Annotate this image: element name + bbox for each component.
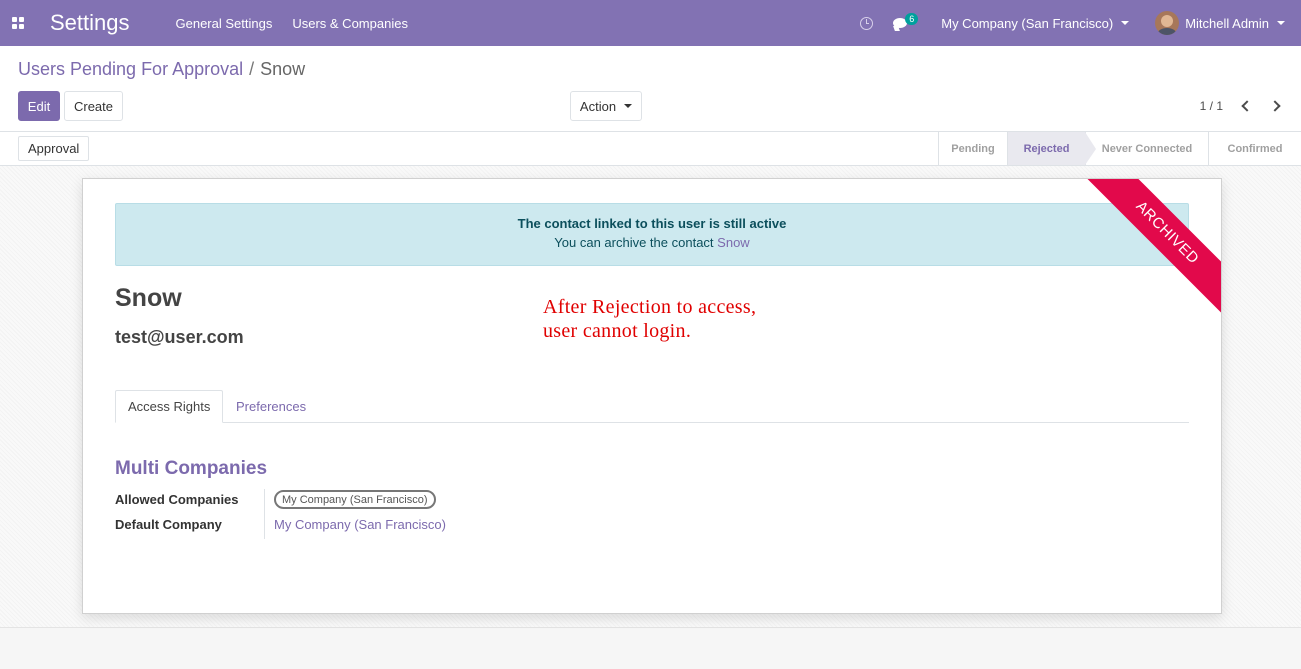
default-company-link[interactable]: My Company (San Francisco)	[274, 517, 446, 532]
alert-contact-active: The contact linked to this user is still…	[115, 203, 1189, 266]
breadcrumb-separator: /	[249, 59, 255, 79]
chevron-right-icon[interactable]	[1269, 100, 1281, 112]
stage-never-connected[interactable]: Never Connected	[1085, 132, 1208, 165]
company-switcher[interactable]: My Company (San Francisco)	[941, 15, 1130, 31]
caret-down-icon	[1121, 21, 1130, 25]
chevron-left-icon[interactable]	[1241, 100, 1253, 112]
pager: 1 / 1	[1200, 99, 1281, 113]
form-sheet: The contact linked to this user is still…	[82, 178, 1222, 614]
default-company-label: Default Company	[115, 517, 222, 532]
breadcrumb-parent-link[interactable]: Users Pending For Approval	[18, 59, 243, 79]
stage-confirmed[interactable]: Confirmed	[1208, 132, 1301, 165]
menu-general-settings[interactable]: General Settings	[176, 16, 273, 31]
app-title[interactable]: Settings	[50, 10, 130, 36]
annotation-line-2: user cannot login.	[543, 320, 692, 342]
avatar	[1155, 11, 1180, 35]
section-title: Multi Companies	[115, 458, 268, 479]
company-switcher-label: My Company (San Francisco)	[941, 15, 1114, 31]
status-stages: Pending Rejected Never Connected Confirm…	[938, 132, 1301, 165]
alert-contact-link[interactable]: Snow	[717, 235, 750, 250]
top-navbar: Settings General Settings Users & Compan…	[0, 0, 1301, 46]
approval-button[interactable]: Approval	[18, 136, 90, 161]
form-tabs: Access Rights Preferences	[115, 390, 1189, 423]
caret-down-icon	[1277, 21, 1285, 25]
messaging-button[interactable]: 6	[893, 13, 919, 33]
alert-title: The contact linked to this user is still…	[517, 216, 787, 231]
alert-text-line: You can archive the contact Snow	[116, 235, 1188, 250]
annotation-line-1: After Rejection to access,	[543, 296, 757, 318]
edit-button[interactable]: Edit	[18, 91, 60, 121]
alert-text: You can archive the contact	[554, 235, 714, 250]
allowed-company-tag[interactable]: My Company (San Francisco)	[274, 490, 436, 509]
user-name-label: Mitchell Admin	[1185, 15, 1269, 31]
chat-counter-badge: 6	[905, 13, 919, 25]
action-dropdown[interactable]: Action	[570, 91, 642, 121]
breadcrumb-current: Snow	[260, 59, 306, 79]
caret-down-icon	[624, 104, 633, 108]
user-menu[interactable]: Mitchell Admin	[1155, 11, 1285, 35]
bottom-strip	[0, 627, 1301, 669]
pager-value[interactable]: 1 / 1	[1200, 99, 1223, 113]
control-panel: Users Pending For Approval / Snow Edit Cre…	[0, 46, 1301, 132]
stage-pending[interactable]: Pending	[938, 132, 1007, 165]
stage-rejected[interactable]: Rejected	[1007, 132, 1096, 165]
menu-users-companies[interactable]: Users & Companies	[292, 16, 408, 31]
apps-menu-icon[interactable]	[0, 0, 36, 46]
tab-preferences[interactable]: Preferences	[224, 390, 318, 423]
user-name: Snow	[115, 284, 182, 312]
field-divider	[264, 489, 265, 539]
user-email: test@user.com	[115, 327, 244, 347]
action-label: Action	[579, 98, 617, 114]
activity-clock-icon[interactable]	[860, 16, 874, 30]
status-bar: Approval Pending Rejected Never Connecte…	[0, 132, 1301, 166]
tab-access-rights[interactable]: Access Rights	[115, 390, 224, 423]
create-button[interactable]: Create	[64, 91, 123, 121]
breadcrumb: Users Pending For Approval / Snow	[18, 59, 305, 80]
allowed-companies-label: Allowed Companies	[115, 492, 239, 507]
annotation-note: After Rejection to access, user cannot l…	[543, 295, 756, 343]
